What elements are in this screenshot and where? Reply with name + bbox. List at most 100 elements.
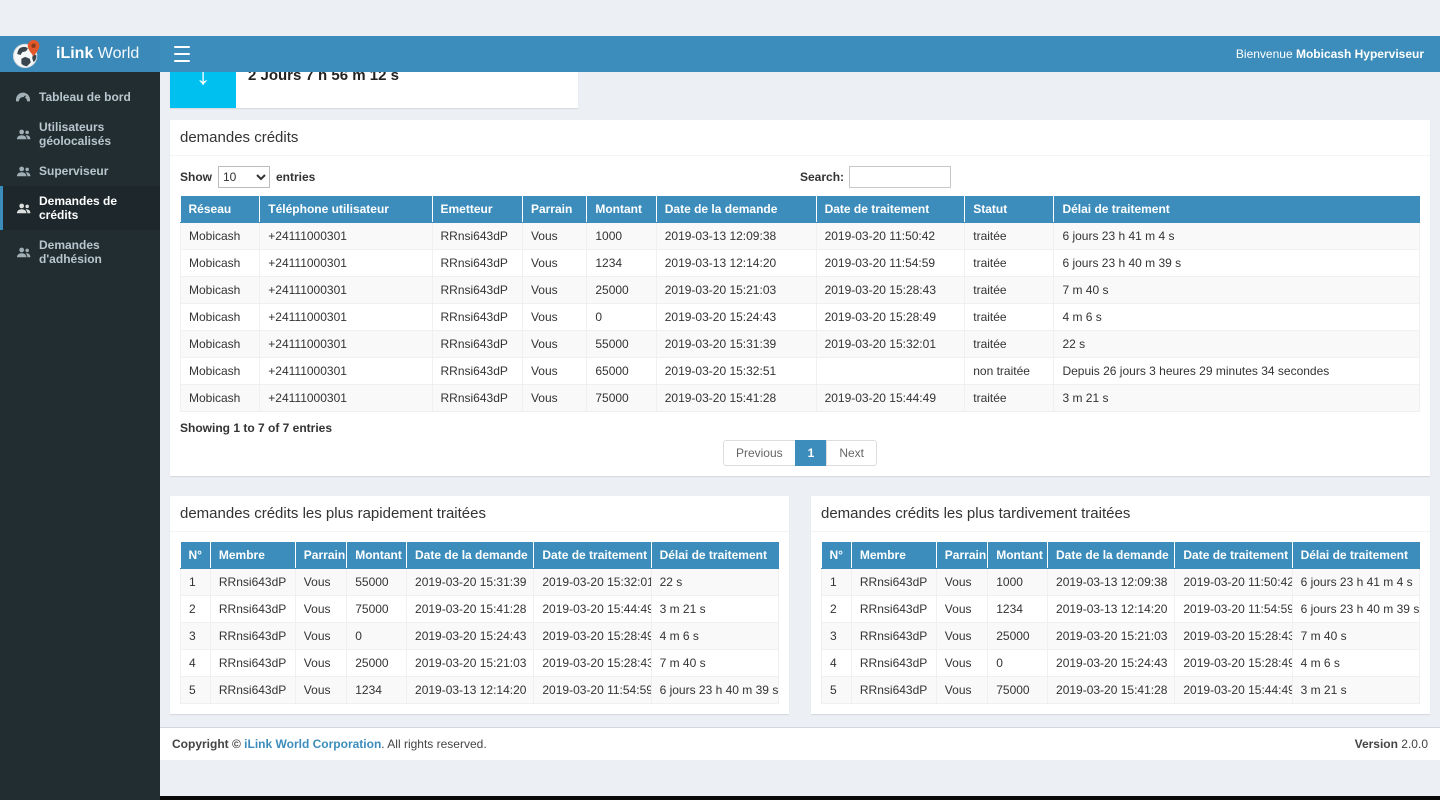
table-cell: 6 jours 23 h 40 m 39 s xyxy=(1054,250,1420,277)
search-input[interactable] xyxy=(849,166,951,188)
table-row: Mobicash+24111000301RRnsi643dPVous123420… xyxy=(181,250,1420,277)
table-cell: RRnsi643dP xyxy=(432,331,522,358)
table-cell: Mobicash xyxy=(181,304,260,331)
table-header-row: RéseauTéléphone utilisateurEmetteurParra… xyxy=(181,196,1420,223)
column-header[interactable]: Parrain xyxy=(522,196,586,223)
column-header[interactable]: Réseau xyxy=(181,196,260,223)
table-cell: 75000 xyxy=(587,385,656,412)
entries-label: entries xyxy=(276,170,315,184)
table-cell: Mobicash xyxy=(181,331,260,358)
table-row: Mobicash+24111000301RRnsi643dPVous02019-… xyxy=(181,304,1420,331)
column-header[interactable]: Montant xyxy=(587,196,656,223)
brand-logo[interactable]: iLink World xyxy=(0,36,160,72)
table-row: Mobicash+24111000301RRnsi643dPVous100020… xyxy=(181,223,1420,250)
table-cell: 2019-03-20 15:31:39 xyxy=(407,569,534,596)
table-cell: 2019-03-20 15:21:03 xyxy=(407,650,534,677)
table-cell: traitée xyxy=(965,250,1054,277)
table-row: 5RRnsi643dPVous750002019-03-20 15:41:282… xyxy=(822,677,1420,704)
table-cell: 2019-03-20 15:28:43 xyxy=(816,277,965,304)
table-cell: 2019-03-20 15:32:01 xyxy=(816,331,965,358)
table-cell: +24111000301 xyxy=(260,331,432,358)
column-header[interactable]: Téléphone utilisateur xyxy=(260,196,432,223)
table-cell: 2019-03-20 15:24:43 xyxy=(407,623,534,650)
credits-table: RéseauTéléphone utilisateurEmetteurParra… xyxy=(180,196,1420,412)
screen-bottom-edge xyxy=(0,796,1440,800)
table-cell: +24111000301 xyxy=(260,277,432,304)
table-cell: +24111000301 xyxy=(260,385,432,412)
table-row: 2RRnsi643dPVous750002019-03-20 15:41:282… xyxy=(181,596,779,623)
top-navbar: iLink World Bienvenue Mobicash Hypervise… xyxy=(0,36,1440,72)
table-cell: 5 xyxy=(822,677,852,704)
pagination-previous-button[interactable]: Previous xyxy=(723,440,796,466)
footer-version: Version 2.0.0 xyxy=(1355,737,1428,751)
table-cell: Vous xyxy=(936,569,987,596)
pagination-page-1-button[interactable]: 1 xyxy=(795,440,828,466)
table-cell: 6 jours 23 h 40 m 39 s xyxy=(1292,596,1419,623)
pagination-next-button[interactable]: Next xyxy=(826,440,877,466)
table-length-control: Show 10 entries xyxy=(180,166,800,188)
sidebar-item-tableau-de-bord[interactable]: Tableau de bord xyxy=(0,82,160,112)
panel-slowest-credits: demandes crédits les plus tardivement tr… xyxy=(811,496,1430,714)
table-cell: RRnsi643dP xyxy=(851,596,936,623)
table-cell: +24111000301 xyxy=(260,250,432,277)
column-header[interactable]: Délai de traitement xyxy=(1054,196,1420,223)
table-cell: traitée xyxy=(965,331,1054,358)
table-cell: 7 m 40 s xyxy=(1054,277,1420,304)
table-cell: RRnsi643dP xyxy=(432,223,522,250)
page-length-select[interactable]: 10 xyxy=(218,166,270,188)
table-header-row: N°MembreParrainMontantDate de la demande… xyxy=(822,542,1420,569)
table-cell: 6 jours 23 h 41 m 4 s xyxy=(1054,223,1420,250)
table-cell: 25000 xyxy=(347,650,407,677)
panel-title: demandes crédits xyxy=(170,120,1430,156)
table-cell: 2019-03-20 15:32:01 xyxy=(534,569,651,596)
table-cell: Vous xyxy=(936,623,987,650)
table-cell: 2019-03-20 15:24:43 xyxy=(656,304,816,331)
table-cell: 4 m 6 s xyxy=(1292,650,1419,677)
table-cell: 2 xyxy=(181,596,211,623)
users-icon xyxy=(15,203,31,214)
table-cell: 2019-03-20 11:54:59 xyxy=(534,677,651,704)
sidebar-item-superviseur[interactable]: Superviseur xyxy=(0,156,160,186)
table-cell: RRnsi643dP xyxy=(210,650,295,677)
sidebar-item-demandes-de-credits[interactable]: Demandes de crédits xyxy=(0,186,160,230)
table-row: 1RRnsi643dPVous550002019-03-20 15:31:392… xyxy=(181,569,779,596)
table-cell: 65000 xyxy=(587,358,656,385)
table-search-control: Search: xyxy=(800,166,1420,188)
sidebar-item-demandes-d-adhesion[interactable]: Demandes d'adhésion xyxy=(0,230,160,274)
table-cell: 25000 xyxy=(587,277,656,304)
table-cell: 1000 xyxy=(587,223,656,250)
table-cell: 7 m 40 s xyxy=(651,650,778,677)
table-cell: 5 xyxy=(181,677,211,704)
ilink-corporation-link[interactable]: iLink World Corporation xyxy=(244,737,381,751)
column-header[interactable]: Date de traitement xyxy=(816,196,965,223)
table-cell: Mobicash xyxy=(181,277,260,304)
table-cell: RRnsi643dP xyxy=(851,569,936,596)
table-cell: RRnsi643dP xyxy=(432,304,522,331)
table-row: 2RRnsi643dPVous12342019-03-13 12:14:2020… xyxy=(822,596,1420,623)
table-cell: traitée xyxy=(965,223,1054,250)
table-cell: non traitée xyxy=(965,358,1054,385)
table-cell: 2019-03-20 15:21:03 xyxy=(1048,623,1175,650)
slowest-credits-table: N°MembreParrainMontantDate de la demande… xyxy=(821,542,1420,704)
sidebar-toggle-hamburger-icon[interactable] xyxy=(174,46,196,62)
column-header: Membre xyxy=(210,542,295,569)
dashboard-icon xyxy=(15,92,31,102)
column-header: Délai de traitement xyxy=(651,542,778,569)
table-cell: 2019-03-13 12:14:20 xyxy=(407,677,534,704)
table-cell: 4 m 6 s xyxy=(651,623,778,650)
pagination: Previous1Next xyxy=(180,440,1420,466)
table-cell: 0 xyxy=(988,650,1048,677)
sidebar-item-label: Utilisateurs géolocalisés xyxy=(39,120,152,148)
column-header[interactable]: Emetteur xyxy=(432,196,522,223)
column-header[interactable]: Statut xyxy=(965,196,1054,223)
search-label: Search: xyxy=(800,170,844,184)
table-row: 4RRnsi643dPVous02019-03-20 15:24:432019-… xyxy=(822,650,1420,677)
panel-fastest-credits: demandes crédits les plus rapidement tra… xyxy=(170,496,789,714)
column-header: Montant xyxy=(988,542,1048,569)
sidebar-item-utilisateurs-geolocalises[interactable]: Utilisateurs géolocalisés xyxy=(0,112,160,156)
table-cell: 2019-03-13 12:09:38 xyxy=(656,223,816,250)
column-header[interactable]: Date de la demande xyxy=(656,196,816,223)
table-row: Mobicash+24111000301RRnsi643dPVous750002… xyxy=(181,385,1420,412)
table-cell: 2019-03-20 15:21:03 xyxy=(656,277,816,304)
table-cell: 3 xyxy=(822,623,852,650)
